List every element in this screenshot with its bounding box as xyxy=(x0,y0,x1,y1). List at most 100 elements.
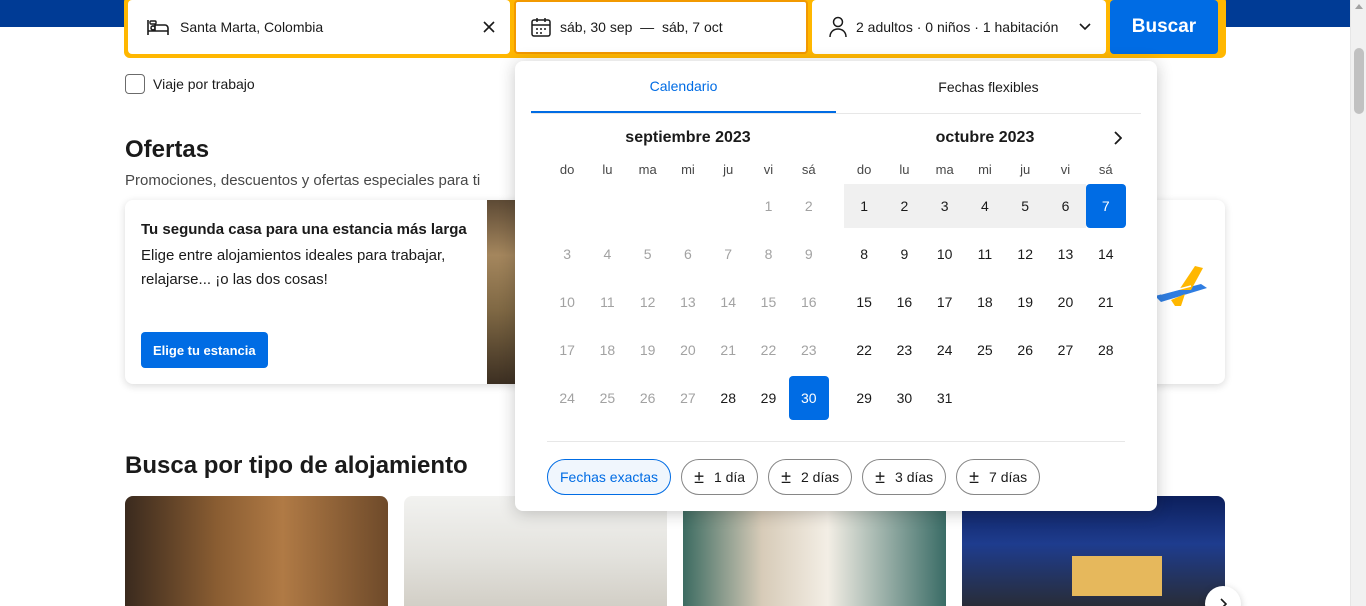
day-cell[interactable]: 11 xyxy=(965,232,1005,276)
day-cell: 4 xyxy=(603,246,612,262)
day-cell[interactable]: 14 xyxy=(1086,232,1126,276)
day-cell[interactable]: 26 xyxy=(1005,328,1045,372)
chevron-right-icon xyxy=(1219,598,1227,606)
day-cell[interactable]: 13 xyxy=(1045,232,1085,276)
day-cell[interactable]: 20 xyxy=(1045,280,1085,324)
flex-chip-label: 3 días xyxy=(895,469,934,485)
day-cell[interactable]: 16 xyxy=(884,280,924,324)
day-cell[interactable]: 9 xyxy=(884,232,924,276)
day-cell[interactable]: 24 xyxy=(925,328,965,372)
offer-button[interactable]: Elige tu estancia xyxy=(141,332,268,368)
plus-minus-icon: ± xyxy=(781,467,791,487)
weekday-label: do xyxy=(856,162,872,177)
flex-chip[interactable]: ±7 días xyxy=(956,459,1041,495)
flex-chip[interactable]: ±1 día xyxy=(681,459,759,495)
airplane-icon xyxy=(1155,266,1207,306)
property-card-apartments[interactable] xyxy=(404,496,667,606)
day-cell: 27 xyxy=(680,390,696,406)
day-cell[interactable]: 15 xyxy=(844,280,884,324)
day-cell[interactable]: 10 xyxy=(925,232,965,276)
ofertas-subtitle: Promociones, descuentos y ofertas especi… xyxy=(125,172,481,189)
day-cell: 26 xyxy=(639,390,656,406)
scrollbar-thumb[interactable] xyxy=(1354,48,1364,114)
property-card-resorts[interactable] xyxy=(683,496,946,606)
search-button[interactable]: Buscar xyxy=(1110,0,1218,54)
day-cell[interactable]: 1 xyxy=(844,184,885,228)
property-card-villas[interactable] xyxy=(962,496,1225,606)
weekday-label: ju xyxy=(1020,162,1031,177)
ofertas-title: Ofertas xyxy=(125,136,210,163)
day-cell: 15 xyxy=(760,294,777,310)
day-cell[interactable]: 23 xyxy=(884,328,924,372)
day-cell[interactable]: 22 xyxy=(844,328,884,372)
scroll-up-arrow-icon[interactable] xyxy=(1355,4,1363,9)
business-trip-option[interactable]: Viaje por trabajo xyxy=(125,74,255,94)
weekday-label: ma xyxy=(638,162,657,177)
day-cell[interactable]: 8 xyxy=(844,232,884,276)
day-cell[interactable]: 30 xyxy=(884,376,924,420)
day-cell: 10 xyxy=(559,294,575,310)
flex-chip[interactable]: Fechas exactas xyxy=(547,459,672,495)
day-cell[interactable]: 2 xyxy=(884,184,925,228)
day-cell: 23 xyxy=(800,342,817,358)
weekday-label: ma xyxy=(935,162,954,177)
day-cell[interactable]: 7 xyxy=(1085,184,1126,228)
day-cell[interactable]: 12 xyxy=(1005,232,1045,276)
day-cell: 1 xyxy=(764,198,773,214)
day-cell[interactable]: 3 xyxy=(924,184,965,228)
day-cell[interactable]: 28 xyxy=(1086,328,1126,372)
close-icon[interactable] xyxy=(482,20,496,34)
day-cell: 19 xyxy=(639,342,656,358)
day-cell[interactable]: 29 xyxy=(748,376,788,420)
destination-field[interactable]: Santa Marta, Colombia xyxy=(128,0,510,54)
day-cell[interactable]: 25 xyxy=(965,328,1005,372)
flex-chip[interactable]: ±2 días xyxy=(768,459,853,495)
page-scrollbar[interactable] xyxy=(1350,0,1366,606)
offer-description: Elige entre alojamientos ideales para tr… xyxy=(141,247,446,288)
day-cell[interactable]: 21 xyxy=(1086,280,1126,324)
day-empty xyxy=(587,184,627,228)
tab-fechas-flexibles[interactable]: Fechas flexibles xyxy=(836,61,1141,113)
day-cell: 2 xyxy=(804,198,813,214)
day-cell: 22 xyxy=(760,342,777,358)
month-september: septiembre 2023 do lu ma mi ju vi sá 123456789… xyxy=(547,127,829,422)
day-cell[interactable]: 6 xyxy=(1045,184,1086,228)
guests-value: 2 adultos · 0 niños · 1 habitación xyxy=(856,19,1059,35)
plus-minus-icon: ± xyxy=(969,467,980,487)
weekday-label: sá xyxy=(1098,162,1113,177)
weekday-label: ju xyxy=(723,162,734,177)
dates-field[interactable]: sáb, 30 sep — sáb, 7 oct xyxy=(514,0,808,54)
day-cell: 18 xyxy=(599,342,616,358)
flex-chip[interactable]: ±3 días xyxy=(862,459,947,495)
chevron-right-icon xyxy=(1113,131,1122,145)
flex-chip-label: 7 días xyxy=(989,469,1028,485)
day-empty xyxy=(628,184,668,228)
weekday-label: do xyxy=(559,162,575,177)
property-types-title: Busca por tipo de alojamiento xyxy=(125,452,468,479)
calendar-next-button[interactable] xyxy=(1107,127,1127,149)
day-cell[interactable]: 19 xyxy=(1005,280,1045,324)
day-cell: 5 xyxy=(643,246,652,262)
flex-chip-label: 1 día xyxy=(713,469,746,485)
day-cell[interactable]: 27 xyxy=(1045,328,1085,372)
plus-minus-icon: ± xyxy=(694,467,704,487)
tab-calendario[interactable]: Calendario xyxy=(531,61,836,113)
guests-field[interactable]: 2 adultos · 0 niños · 1 habitación xyxy=(812,0,1106,54)
day-cell[interactable]: 31 xyxy=(925,376,965,420)
day-cell[interactable]: 4 xyxy=(964,184,1006,228)
day-cell: 20 xyxy=(680,342,696,358)
flex-chip-label: Fechas exactas xyxy=(560,469,659,485)
day-cell[interactable]: 30 xyxy=(788,376,829,420)
property-card-hotels[interactable] xyxy=(125,496,388,606)
weekday-label: sá xyxy=(801,162,816,177)
chevron-down-icon[interactable] xyxy=(1078,22,1092,32)
day-cell[interactable]: 18 xyxy=(965,280,1005,324)
day-cell[interactable]: 5 xyxy=(1005,184,1046,228)
day-cell[interactable]: 29 xyxy=(844,376,884,420)
day-cell: 3 xyxy=(563,246,572,262)
day-cell: 9 xyxy=(804,246,813,262)
business-trip-checkbox[interactable] xyxy=(125,74,145,94)
offer-title: Tu segunda casa para una estancia más la… xyxy=(141,221,467,238)
day-cell[interactable]: 17 xyxy=(925,280,965,324)
day-cell[interactable]: 28 xyxy=(708,376,748,420)
